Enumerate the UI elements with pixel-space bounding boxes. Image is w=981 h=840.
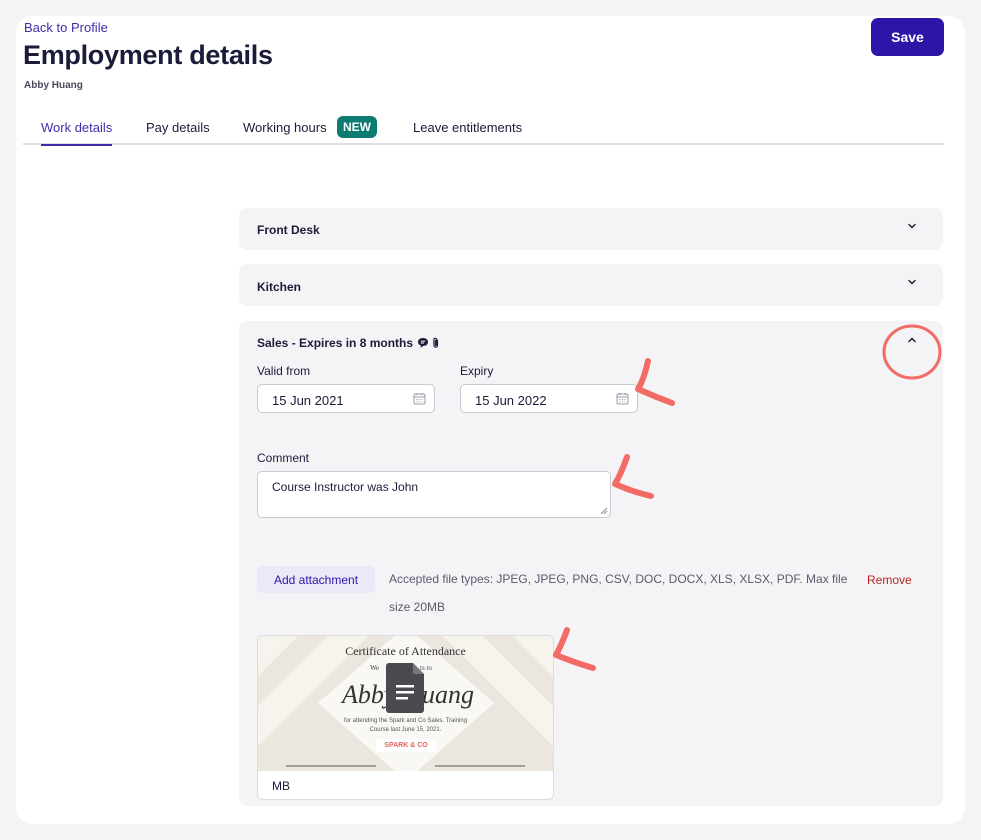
certificate-title: Certificate of Attendance xyxy=(345,644,466,658)
section-title: Front Desk xyxy=(257,223,320,237)
check-mark-annotation xyxy=(635,358,675,406)
accepted-file-types-text: Accepted file types: JPEG, JPEG, PNG, CS… xyxy=(389,572,848,614)
attachment-thumbnail[interactable]: Certificate of Attendance We ts to Abby … xyxy=(257,635,554,800)
back-to-profile-link[interactable]: Back to Profile xyxy=(24,20,108,35)
valid-from-label: Valid from xyxy=(257,364,311,378)
certificate-preview-image: Certificate of Attendance We ts to Abby … xyxy=(258,636,553,771)
certificate-name-b: uang xyxy=(422,680,474,709)
certificate-body-1: for attending the Spark and Co Sales. Tr… xyxy=(343,718,468,724)
tab-working-hours[interactable]: Working hours xyxy=(243,120,327,135)
comment-value: Course Instructor was John xyxy=(272,480,419,494)
attachment-size: MB xyxy=(272,779,290,793)
page-title: Employment details xyxy=(23,40,273,70)
check-mark-annotation xyxy=(612,454,654,499)
employee-name: Abby Huang xyxy=(24,80,83,91)
comment-label: Comment xyxy=(257,451,310,465)
section-front-desk[interactable]: Front Desk xyxy=(239,208,943,250)
document-file-icon xyxy=(386,663,424,713)
calendar-icon[interactable] xyxy=(616,392,629,405)
resize-handle-icon[interactable] xyxy=(600,507,608,515)
section-title: Sales - Expires in 8 months xyxy=(257,336,414,350)
tab-bar: Work details Pay details Working hours N… xyxy=(23,112,944,146)
remove-attachment-link[interactable]: Remove xyxy=(867,573,912,587)
chevron-down-icon[interactable] xyxy=(907,276,917,290)
add-attachment-button[interactable]: Add attachment xyxy=(257,566,375,593)
valid-from-value: 15 Jun 2021 xyxy=(272,393,344,408)
check-mark-annotation xyxy=(553,627,596,671)
expiry-label: Expiry xyxy=(460,364,494,378)
highlight-circle-annotation xyxy=(882,324,942,380)
calendar-icon[interactable] xyxy=(413,392,426,405)
paperclip-icon xyxy=(432,336,440,354)
certificate-line-a: We xyxy=(370,664,380,672)
valid-from-input[interactable]: 15 Jun 2021 xyxy=(257,384,435,413)
section-sales: Sales - Expires in 8 months Valid from 1… xyxy=(239,321,943,806)
tab-work-details[interactable]: Work details xyxy=(41,120,113,146)
certificate-brand: SPARK & CO xyxy=(376,739,436,752)
expiry-input[interactable]: 15 Jun 2022 xyxy=(460,384,638,413)
section-title: Kitchen xyxy=(257,280,302,294)
new-badge: NEW xyxy=(337,116,377,138)
comment-icon xyxy=(417,336,429,354)
expiry-value: 15 Jun 2022 xyxy=(475,393,547,408)
chevron-down-icon[interactable] xyxy=(907,220,917,234)
section-kitchen[interactable]: Kitchen xyxy=(239,264,943,306)
tab-pay-details[interactable]: Pay details xyxy=(146,120,210,135)
certificate-body-2: Course last June 15, 2021. xyxy=(369,727,442,733)
comment-textarea[interactable]: Course Instructor was John xyxy=(257,471,611,518)
save-button[interactable]: Save xyxy=(871,18,944,56)
tab-leave-entitlements[interactable]: Leave entitlements xyxy=(413,120,522,135)
